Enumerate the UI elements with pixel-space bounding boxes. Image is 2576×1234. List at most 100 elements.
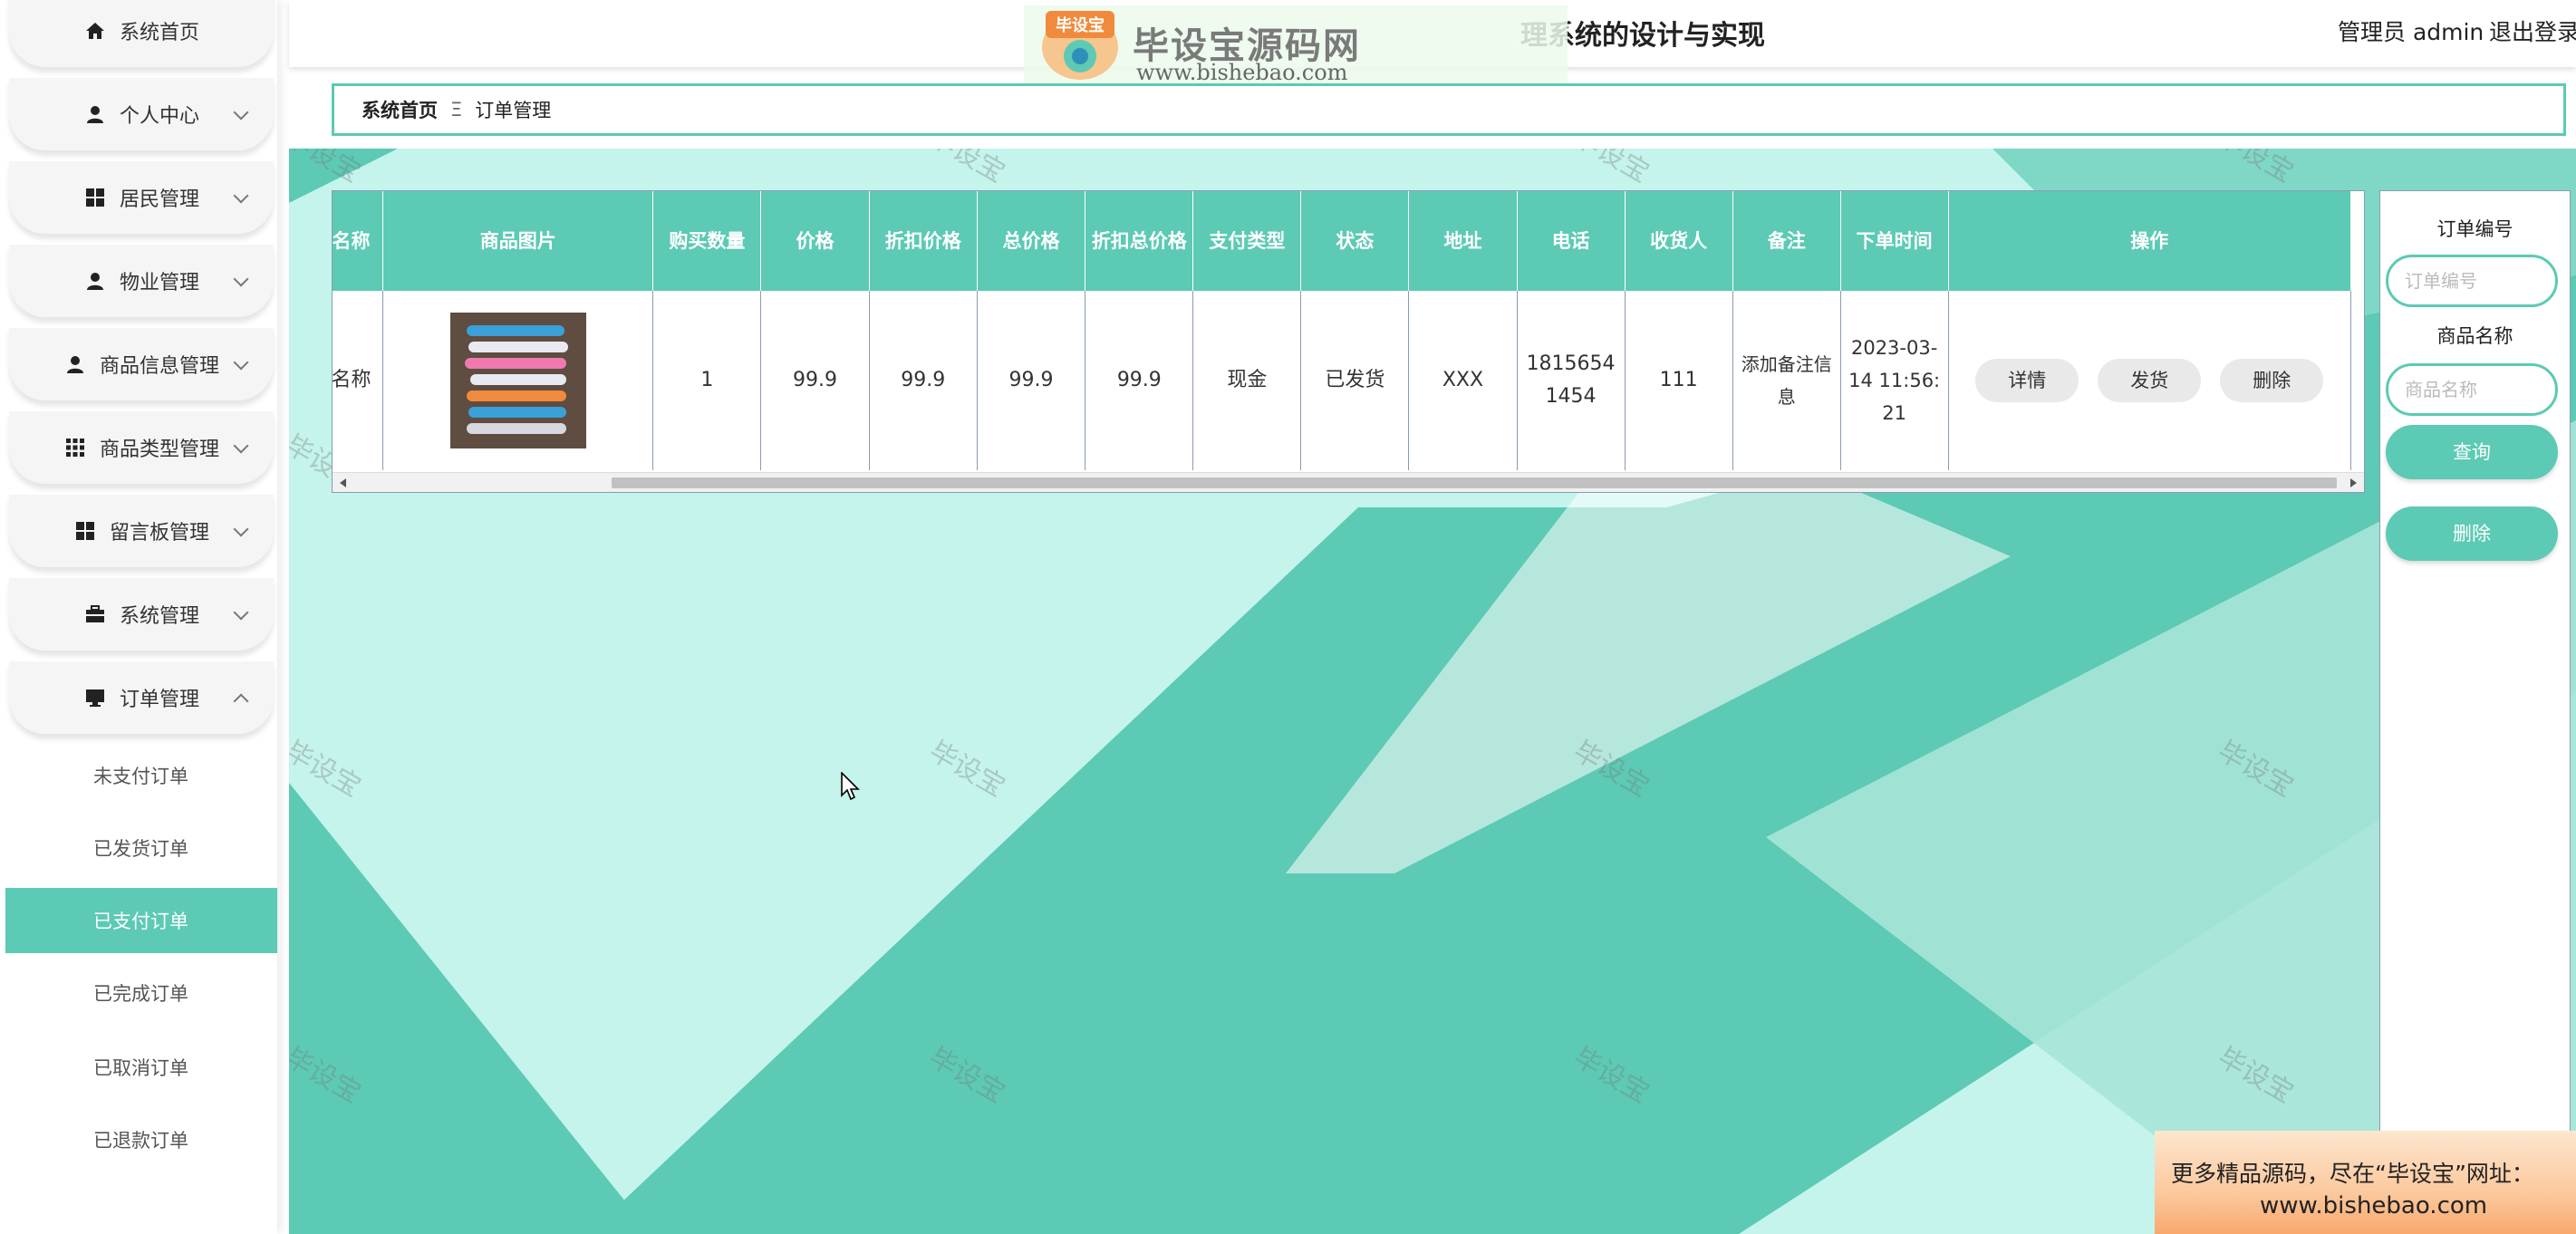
- search-panel: 订单编号 商品名称 查询 删除: [2379, 190, 2571, 1234]
- cell-price: 99.9: [760, 291, 870, 470]
- sidebar-item-profile[interactable]: 个人中心: [9, 78, 274, 150]
- column-header: 价格: [760, 191, 870, 291]
- batch-delete-button[interactable]: 删除: [2386, 506, 2558, 561]
- current-user: 管理员 admin: [2338, 19, 2484, 45]
- promo-url: www.bishebao.com: [2260, 1192, 2488, 1220]
- logo-badge-icon: 毕设宝: [1033, 5, 1127, 83]
- sidebar-item-label: 留言板管理: [109, 522, 209, 545]
- chevron-down-icon: [233, 438, 249, 454]
- orders-table: 名称 商品图片 购买数量 价格 折扣价格 总价格 折扣总价格 支付类型 状态 地…: [333, 191, 2352, 470]
- sidebar-item-property[interactable]: 物业管理: [9, 245, 274, 317]
- column-header: 下单时间: [1840, 191, 1949, 291]
- user-icon: [83, 102, 107, 126]
- column-header: 收货人: [1625, 191, 1733, 291]
- sidebar-item-label: 订单管理: [119, 689, 199, 711]
- column-header: 操作: [1948, 191, 2352, 291]
- column-header: 名称: [333, 191, 384, 291]
- breadcrumb-home[interactable]: 系统首页: [362, 96, 438, 123]
- promo-banner: 更多精品源码，尽在“毕设宝”网址： www.bishebao.com: [2155, 1131, 2576, 1234]
- sidebar-item-residents[interactable]: 居民管理: [9, 161, 274, 234]
- column-header: 地址: [1408, 191, 1518, 291]
- svg-text:毕设宝: 毕设宝: [1056, 15, 1105, 35]
- sub-item-shipped-orders[interactable]: 已发货订单: [5, 815, 277, 881]
- home-icon: [83, 19, 107, 43]
- column-header: 折扣总价格: [1085, 191, 1194, 291]
- cell-status: 已发货: [1300, 291, 1410, 470]
- product-name-input[interactable]: [2386, 363, 2558, 416]
- cell-quantity: 1: [652, 291, 762, 470]
- cell-product-image: [382, 291, 654, 470]
- query-button[interactable]: 查询: [2386, 425, 2558, 479]
- column-header: 购买数量: [652, 191, 762, 291]
- breadcrumb: 系统首页 Ξ 订单管理: [332, 83, 2566, 136]
- sidebar-item-message-board[interactable]: 留言板管理: [9, 495, 274, 567]
- sidebar-item-system[interactable]: 系统管理: [9, 578, 274, 651]
- logout-link[interactable]: 退出登录: [2489, 14, 2576, 47]
- user-icon: [83, 269, 107, 293]
- sub-item-paid-orders[interactable]: 已支付订单: [5, 888, 277, 953]
- sidebar-item-home[interactable]: 系统首页: [9, 0, 274, 67]
- sidebar-item-label: 个人中心: [119, 105, 199, 128]
- column-header: 商品图片: [382, 191, 654, 291]
- cell-remark: 添加备注信息: [1732, 291, 1841, 470]
- chevron-up-icon: [233, 693, 249, 709]
- detail-button[interactable]: 详情: [1975, 359, 2079, 402]
- briefcase-icon: [83, 603, 107, 626]
- chevron-down-icon: [233, 521, 249, 537]
- column-header: 电话: [1517, 191, 1626, 291]
- cell-discount-total: 99.9: [1085, 291, 1194, 470]
- ship-button[interactable]: 发货: [2098, 359, 2202, 402]
- column-header: 状态: [1300, 191, 1410, 291]
- order-no-label: 订单编号: [2436, 218, 2513, 240]
- sidebar-item-label: 居民管理: [119, 188, 199, 211]
- sub-item-completed-orders[interactable]: 已完成订单: [5, 960, 277, 1026]
- table-row: 名称 1 99.9 99.9 99.9 99.9 现金 已发货 XXX 1815…: [333, 291, 2352, 470]
- sidebar-item-label: 商品信息管理: [99, 355, 219, 378]
- orders-table-container: 名称 商品图片 购买数量 价格 折扣价格 总价格 折扣总价格 支付类型 状态 地…: [332, 190, 2365, 493]
- monitor-icon: [83, 686, 107, 709]
- sidebar-item-orders[interactable]: 订单管理: [9, 661, 274, 734]
- sub-item-cancelled-orders[interactable]: 已取消订单: [5, 1035, 277, 1100]
- logo-url: www.bishebao.com: [1136, 60, 1348, 85]
- cell-pay-type: 现金: [1192, 291, 1302, 470]
- promo-text: 更多精品源码，尽在“毕设宝”网址：: [2171, 1161, 2534, 1187]
- cell-phone: 18156541454: [1517, 291, 1626, 470]
- sidebar-item-label: 系统首页: [119, 22, 199, 44]
- mouse-cursor-icon: [841, 771, 861, 805]
- breadcrumb-current: 订单管理: [475, 100, 552, 121]
- sidebar-item-label: 商品类型管理: [99, 439, 219, 461]
- chevron-down-icon: [233, 104, 249, 121]
- sidebar-item-product-info[interactable]: 商品信息管理: [9, 328, 274, 400]
- scroll-right-icon[interactable]: [2350, 478, 2357, 487]
- cell-name: 名称: [333, 291, 384, 470]
- chevron-down-icon: [233, 604, 249, 621]
- cell-order-time: 2023-03-14 11:56:21: [1840, 291, 1949, 470]
- sub-item-unpaid-orders[interactable]: 未支付订单: [5, 743, 277, 808]
- chevron-down-icon: [233, 271, 249, 287]
- sidebar-item-product-type[interactable]: 商品类型管理: [9, 411, 274, 484]
- logo-watermark: 毕设宝 毕设宝源码网 www.bishebao.com: [1024, 5, 1568, 85]
- sidebar: 系统首页 个人中心 居民管理 物业管理 商品信息管理 商品类型管理 留言板管理 …: [0, 0, 277, 1234]
- delete-row-button[interactable]: 删除: [2220, 359, 2324, 402]
- sidebar-item-label: 系统管理: [119, 605, 199, 628]
- user-icon: [63, 352, 87, 376]
- order-no-input[interactable]: [2386, 255, 2558, 307]
- chevron-down-icon: [233, 354, 249, 371]
- grid-icon: [73, 519, 97, 543]
- column-header: 折扣价格: [869, 191, 978, 291]
- apps-icon: [63, 436, 87, 459]
- breadcrumb-separator: Ξ: [450, 99, 463, 121]
- cell-receiver: 111: [1625, 291, 1733, 470]
- column-header: 支付类型: [1192, 191, 1302, 291]
- sub-item-refunded-orders[interactable]: 已退款订单: [5, 1107, 277, 1172]
- scrollbar-thumb[interactable]: [612, 477, 2337, 488]
- chevron-down-icon: [233, 188, 249, 204]
- sidebar-item-label: 物业管理: [119, 272, 199, 294]
- column-header: 备注: [1732, 191, 1841, 291]
- scroll-left-icon[interactable]: [340, 478, 346, 487]
- cell-total: 99.9: [977, 291, 1086, 470]
- product-name-label: 商品名称: [2436, 325, 2513, 347]
- grid-icon: [83, 186, 107, 209]
- product-image[interactable]: [449, 313, 586, 448]
- horizontal-scrollbar[interactable]: [333, 472, 2364, 492]
